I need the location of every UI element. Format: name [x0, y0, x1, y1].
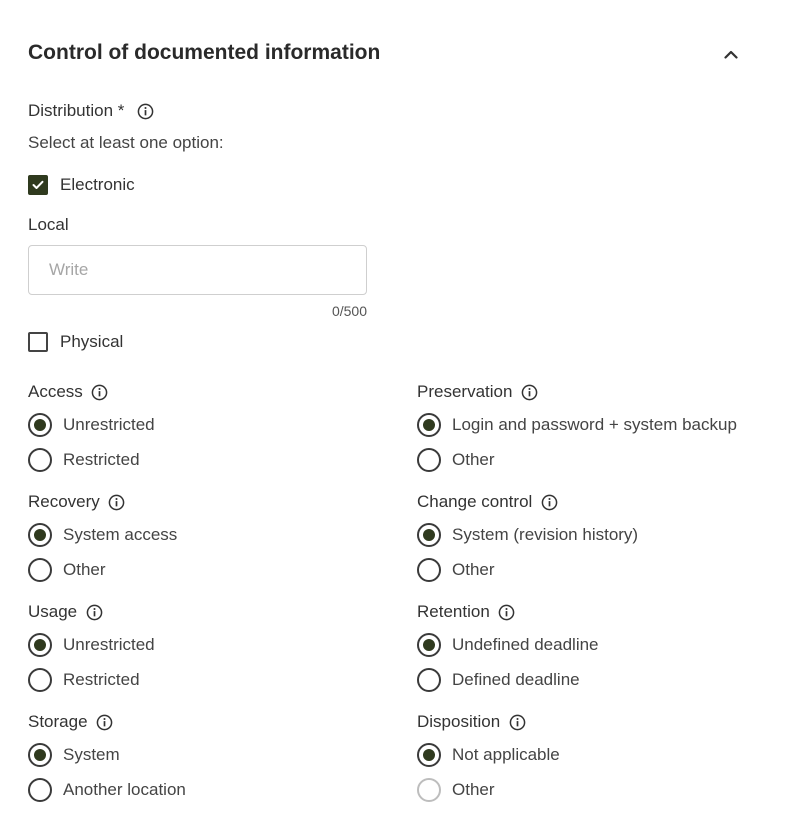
radio-label: Undefined deadline: [452, 634, 599, 654]
storage-option-system[interactable]: System: [28, 737, 388, 772]
radio-unselected[interactable]: [417, 777, 441, 802]
disposition-title: Disposition: [417, 712, 501, 731]
distribution-label-row: Distribution *: [28, 101, 155, 121]
change-control-group: Change control System (revision history)…: [417, 491, 777, 587]
recovery-option-other[interactable]: Other: [28, 552, 388, 587]
radio-unselected[interactable]: [28, 777, 52, 802]
info-icon[interactable]: [91, 383, 109, 401]
preservation-title: Preservation: [417, 382, 513, 401]
usage-option-restricted[interactable]: Restricted: [28, 662, 388, 697]
section-title: Control of documented information: [28, 41, 381, 64]
recovery-group: Recovery System access Other: [28, 491, 388, 587]
radio-label: Defined deadline: [452, 669, 580, 689]
physical-checkbox[interactable]: [28, 332, 48, 352]
access-option-restricted[interactable]: Restricted: [28, 442, 388, 477]
radio-unselected[interactable]: [417, 667, 441, 692]
radio-selected[interactable]: [28, 412, 52, 437]
radio-selected[interactable]: [417, 522, 441, 547]
radio-label: Unrestricted: [63, 414, 155, 434]
usage-group: Usage Unrestricted Restricted: [28, 601, 388, 697]
radio-selected[interactable]: [417, 632, 441, 657]
physical-checkbox-row[interactable]: Physical: [28, 332, 123, 352]
control-documented-info-panel: Control of documented information Distri…: [0, 0, 785, 832]
info-icon[interactable]: [520, 383, 538, 401]
radio-unselected[interactable]: [417, 447, 441, 472]
physical-label: Physical: [60, 332, 124, 351]
storage-title: Storage: [28, 712, 88, 731]
disposition-option-not-applicable[interactable]: Not applicable: [417, 737, 777, 772]
radio-unselected[interactable]: [28, 667, 52, 692]
radio-label: Restricted: [63, 449, 140, 469]
retention-option-undefined[interactable]: Undefined deadline: [417, 627, 777, 662]
retention-title: Retention: [417, 602, 490, 621]
info-icon[interactable]: [498, 603, 516, 621]
change-control-option-system[interactable]: System (revision history): [417, 517, 777, 552]
radio-selected[interactable]: [28, 632, 52, 657]
access-group: Access Unrestricted Restricted: [28, 381, 388, 477]
electronic-checkbox[interactable]: [28, 175, 48, 195]
radio-label: Other: [452, 449, 495, 469]
radio-label: Other: [63, 559, 106, 579]
storage-option-another-location[interactable]: Another location: [28, 772, 388, 807]
radio-label: Login and password + system backup: [452, 414, 737, 434]
radio-selected[interactable]: [417, 742, 441, 767]
radio-label: Not applicable: [452, 744, 560, 764]
radio-label: System: [63, 744, 120, 764]
preservation-option-other[interactable]: Other: [417, 442, 777, 477]
collapse-button[interactable]: [719, 42, 743, 66]
distribution-hint: Select at least one option:: [28, 133, 224, 152]
retention-group: Retention Undefined deadline Defined dea…: [417, 601, 777, 697]
radio-label: Restricted: [63, 669, 140, 689]
info-icon[interactable]: [508, 713, 526, 731]
radio-label: System access: [63, 524, 178, 544]
info-icon[interactable]: [85, 603, 103, 621]
preservation-group: Preservation Login and password + system…: [417, 381, 777, 477]
radio-selected[interactable]: [28, 742, 52, 767]
radio-label: System (revision history): [452, 524, 639, 544]
info-icon[interactable]: [108, 493, 126, 511]
electronic-checkbox-row[interactable]: Electronic: [28, 175, 135, 195]
change-control-title: Change control: [417, 492, 533, 511]
char-counter: 0/500: [331, 303, 367, 319]
radio-label: Another location: [63, 779, 186, 799]
disposition-option-other[interactable]: Other: [417, 772, 777, 807]
chevron-up-icon: [724, 50, 738, 59]
radio-selected[interactable]: [417, 412, 441, 437]
disposition-group: Disposition Not applicable Other: [417, 711, 777, 807]
info-icon[interactable]: [96, 713, 114, 731]
radio-label: Other: [452, 779, 495, 799]
checkmark-icon: [32, 180, 44, 189]
radio-unselected[interactable]: [28, 447, 52, 472]
change-control-option-other[interactable]: Other: [417, 552, 777, 587]
radio-label: Unrestricted: [63, 634, 155, 654]
recovery-option-system-access[interactable]: System access: [28, 517, 388, 552]
retention-option-defined[interactable]: Defined deadline: [417, 662, 777, 697]
info-icon[interactable]: [540, 493, 558, 511]
storage-group: Storage System Another location: [28, 711, 388, 807]
usage-title: Usage: [28, 602, 78, 621]
local-label: Local: [28, 215, 69, 234]
radio-selected[interactable]: [28, 522, 52, 547]
access-title: Access: [28, 382, 83, 401]
electronic-label: Electronic: [60, 175, 135, 194]
info-icon[interactable]: [137, 103, 155, 121]
recovery-title: Recovery: [28, 492, 100, 511]
preservation-option-login[interactable]: Login and password + system backup: [417, 407, 777, 442]
access-option-unrestricted[interactable]: Unrestricted: [28, 407, 388, 442]
usage-option-unrestricted[interactable]: Unrestricted: [28, 627, 388, 662]
radio-unselected[interactable]: [417, 557, 441, 582]
radio-label: Other: [452, 559, 495, 579]
distribution-label: Distribution *: [28, 101, 125, 120]
local-input[interactable]: [28, 245, 367, 295]
radio-unselected[interactable]: [28, 557, 52, 582]
